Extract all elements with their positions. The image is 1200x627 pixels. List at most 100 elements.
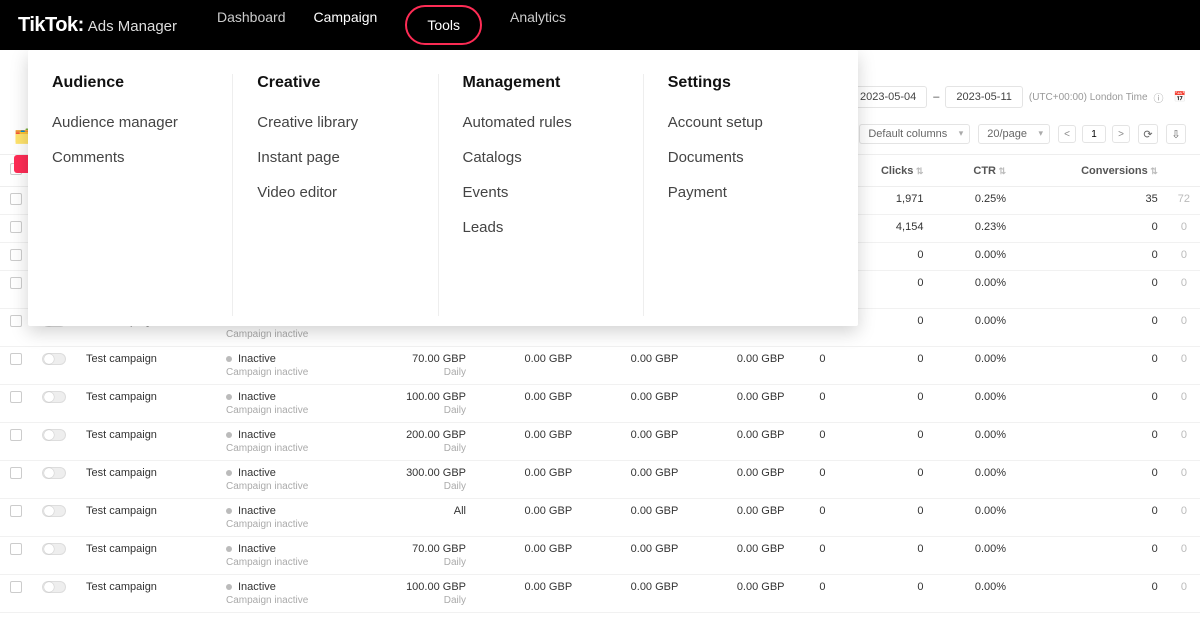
table-row[interactable]: Test campaignInactiveCampaign inactive30…: [0, 461, 1200, 499]
campaign-name[interactable]: Test campaign: [76, 461, 216, 499]
col-conversions[interactable]: Conversions: [1016, 155, 1168, 187]
table-row[interactable]: Test campaignInactiveCampaign inactive70…: [0, 347, 1200, 385]
page-number-input[interactable]: [1082, 125, 1106, 143]
cut-cell: 0: [1168, 309, 1200, 347]
col-ctr[interactable]: CTR: [933, 155, 1016, 187]
campaign-name[interactable]: Test campaign: [76, 499, 216, 537]
refresh-icon[interactable]: ⟳: [1138, 124, 1158, 144]
metric-cell: 0.00 GBP: [476, 575, 582, 613]
status-toggle[interactable]: [42, 429, 66, 441]
status-cell: InactiveCampaign inactive: [216, 537, 366, 575]
cut-cell: 0: [1168, 243, 1200, 271]
metric-cell: 0.00 GBP: [476, 423, 582, 461]
metric-cell: 0.00 GBP: [688, 347, 794, 385]
cut-cell: 72: [1168, 187, 1200, 215]
row-checkbox[interactable]: [10, 315, 22, 327]
conversions-cell: 0: [1016, 243, 1168, 271]
metric-cell: 0.00 GBP: [476, 537, 582, 575]
ctr-cell: 0.00%: [933, 271, 1016, 309]
row-checkbox[interactable]: [10, 193, 22, 205]
mega-link[interactable]: Documents: [668, 149, 828, 166]
campaign-name[interactable]: Test campaign: [76, 347, 216, 385]
next-page-button[interactable]: >: [1112, 125, 1130, 143]
metric-cell: 0: [795, 461, 836, 499]
mega-link[interactable]: Account setup: [668, 114, 828, 131]
ctr-cell: 0.00%: [933, 575, 1016, 613]
nav-analytics[interactable]: Analytics: [510, 5, 566, 45]
row-checkbox[interactable]: [10, 353, 22, 365]
nav-tools[interactable]: Tools: [405, 5, 482, 45]
metric-cell: 0: [795, 385, 836, 423]
table-row[interactable]: Test campaignInactiveCampaign inactiveAl…: [0, 499, 1200, 537]
status-toggle[interactable]: [42, 505, 66, 517]
metric-cell: 0.00 GBP: [688, 499, 794, 537]
campaign-name[interactable]: Test campaign: [76, 537, 216, 575]
conversions-cell: 0: [1016, 423, 1168, 461]
status-toggle[interactable]: [42, 391, 66, 403]
conversions-cell: 0: [1016, 309, 1168, 347]
status-toggle[interactable]: [42, 581, 66, 593]
mega-link[interactable]: Creative library: [257, 114, 417, 131]
table-row[interactable]: Test campaignInactiveCampaign inactive10…: [0, 575, 1200, 613]
campaign-name[interactable]: Test campaign: [76, 575, 216, 613]
row-checkbox[interactable]: [10, 221, 22, 233]
timezone-label: (UTC+00:00) London Time: [1029, 92, 1148, 103]
nav-dashboard[interactable]: Dashboard: [217, 5, 286, 45]
conversions-cell: 35: [1016, 187, 1168, 215]
top-nav: TikTok: Ads Manager Dashboard Campaign T…: [0, 0, 1200, 50]
metric-cell: 0: [795, 537, 836, 575]
campaign-name[interactable]: Test campaign: [76, 385, 216, 423]
nav-campaign[interactable]: Campaign: [314, 5, 378, 45]
export-icon[interactable]: ⇩: [1166, 124, 1186, 144]
row-checkbox[interactable]: [10, 543, 22, 555]
columns-select[interactable]: Default columns: [859, 124, 970, 144]
row-checkbox[interactable]: [10, 505, 22, 517]
status-cell: InactiveCampaign inactive: [216, 499, 366, 537]
prev-page-button[interactable]: <: [1058, 125, 1076, 143]
pager: < >: [1058, 125, 1130, 143]
conversions-cell: 0: [1016, 271, 1168, 309]
status-cell: InactiveCampaign inactive: [216, 347, 366, 385]
calendar-icon[interactable]: [1170, 91, 1186, 103]
nav-items: Dashboard Campaign Tools Analytics: [217, 5, 566, 45]
mega-link[interactable]: Automated rules: [463, 114, 623, 131]
mega-link[interactable]: Leads: [463, 219, 623, 236]
mega-link[interactable]: Comments: [52, 149, 212, 166]
campaign-name[interactable]: Test campaign: [76, 423, 216, 461]
row-checkbox[interactable]: [10, 581, 22, 593]
row-checkbox[interactable]: [10, 277, 22, 289]
metric-cell: 0.00 GBP: [688, 461, 794, 499]
date-from[interactable]: 2023-05-04: [849, 86, 927, 108]
mega-link[interactable]: Audience manager: [52, 114, 212, 131]
status-cell: InactiveCampaign inactive: [216, 385, 366, 423]
status-toggle[interactable]: [42, 543, 66, 555]
cut-cell: 0: [1168, 215, 1200, 243]
budget-cell: 100.00 GBPDaily: [366, 575, 476, 613]
mega-link[interactable]: Payment: [668, 184, 828, 201]
table-row[interactable]: Test campaignInactiveCampaign inactive20…: [0, 423, 1200, 461]
table-row[interactable]: Test campaignInactiveCampaign inactive10…: [0, 385, 1200, 423]
mega-link[interactable]: Catalogs: [463, 149, 623, 166]
row-checkbox[interactable]: [10, 391, 22, 403]
row-checkbox[interactable]: [10, 467, 22, 479]
mega-link[interactable]: Events: [463, 184, 623, 201]
perpage-select[interactable]: 20/page: [978, 124, 1050, 144]
ctr-cell: 0.00%: [933, 537, 1016, 575]
status-toggle[interactable]: [42, 353, 66, 365]
mega-link[interactable]: Instant page: [257, 149, 417, 166]
cut-cell: 0: [1168, 423, 1200, 461]
conversions-cell: 0: [1016, 461, 1168, 499]
metric-cell: 0.00 GBP: [582, 347, 688, 385]
metric-cell: 0.00 GBP: [688, 385, 794, 423]
cut-cell: 0: [1168, 385, 1200, 423]
date-to[interactable]: 2023-05-11: [945, 86, 1022, 108]
ctr-cell: 0.25%: [933, 187, 1016, 215]
conversions-cell: 0: [1016, 575, 1168, 613]
mega-link[interactable]: Video editor: [257, 184, 417, 201]
brand-subtitle: Ads Manager: [88, 18, 177, 35]
table-row[interactable]: Test campaignInactiveCampaign inactive70…: [0, 537, 1200, 575]
status-toggle[interactable]: [42, 467, 66, 479]
row-checkbox[interactable]: [10, 249, 22, 261]
timezone-icon[interactable]: ⓘ: [1154, 90, 1164, 105]
row-checkbox[interactable]: [10, 429, 22, 441]
